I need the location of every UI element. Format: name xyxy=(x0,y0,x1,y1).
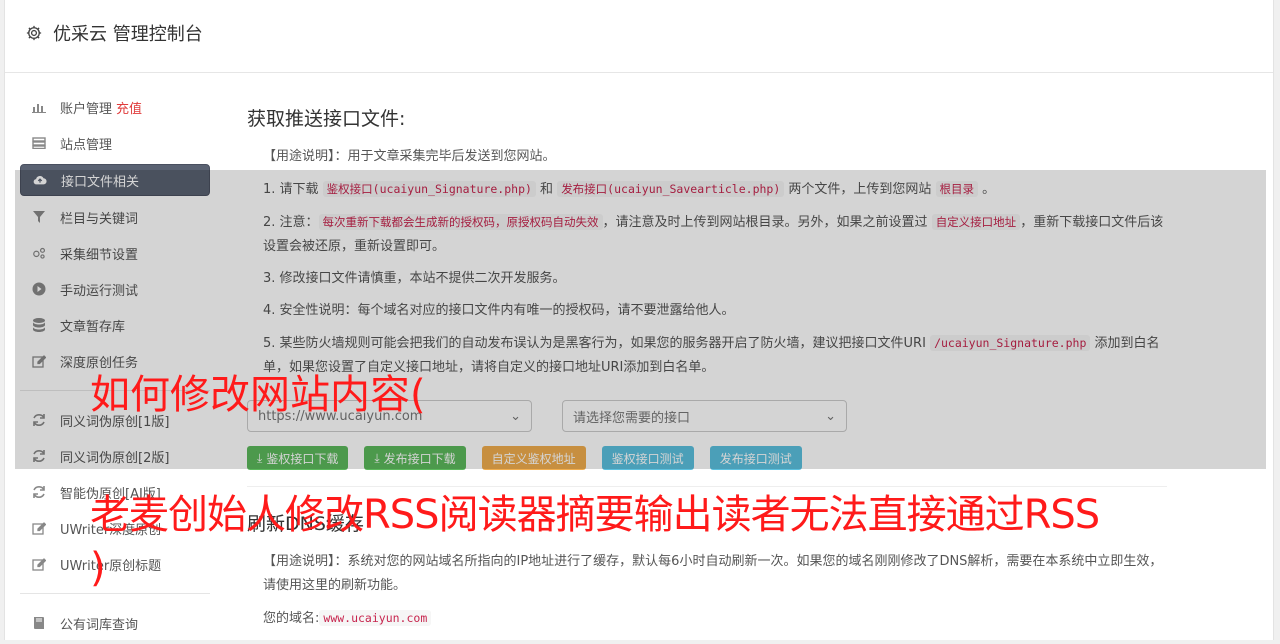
sidebar-item-manual-run[interactable]: 手动运行测试 xyxy=(20,274,210,304)
sidebar-item-article-store[interactable]: 文章暂存库 xyxy=(20,310,210,340)
sidebar-item-label: 公有词库查询 xyxy=(60,617,139,633)
text: 和 xyxy=(535,182,558,197)
refresh-icon xyxy=(32,413,46,427)
sidebar-divider xyxy=(20,593,210,594)
play-icon xyxy=(32,282,46,296)
top-bar: 优采云 管理控制台 xyxy=(5,0,1273,73)
section-heading: 获取推送接口文件: xyxy=(247,108,406,130)
book-icon xyxy=(32,616,46,630)
interface-select-value: 请选择您需要的接口 xyxy=(573,410,691,426)
gears-icon xyxy=(32,246,46,260)
filter-icon xyxy=(32,210,46,224)
button-label: 鉴权接口测试 xyxy=(611,451,684,466)
sidebar-item-label: 账户管理 xyxy=(60,101,113,117)
chevron-down-icon: ⌄ xyxy=(510,408,521,424)
code-custom-url: 自定义接口地址 xyxy=(931,214,1021,230)
button-row: ⤓ 鉴权接口下载 ⤓ 发布接口下载 自定义鉴权地址 鉴权接口测试 发布接口测试 xyxy=(247,446,1167,470)
sidebar-item-label: 深度原创任务 xyxy=(60,355,139,371)
recharge-link[interactable]: 充值 xyxy=(116,98,142,117)
refresh-icon xyxy=(32,449,46,463)
code-warning: 每次重新下载都会生成新的授权码，原授权码自动失效 xyxy=(318,214,603,230)
sidebar-item-categories[interactable]: 栏目与关键词 xyxy=(20,202,210,232)
sidebar-item-label: 站点管理 xyxy=(60,137,113,153)
domain-label: 您的域名: xyxy=(263,611,320,626)
sidebar-item-label: 接口文件相关 xyxy=(61,174,140,190)
sidebar-item-label: 同义词伪原创[2版] xyxy=(60,450,170,466)
button-label: 发布接口下载 xyxy=(383,451,456,466)
sidebar-item-account[interactable]: 账户管理 充值 xyxy=(20,92,210,122)
sidebar-item-collect-settings[interactable]: 采集细节设置 xyxy=(20,238,210,268)
gear-icon xyxy=(26,25,42,41)
edit-icon xyxy=(32,557,46,571)
instruction-3: 3. 修改接口文件请慎重，本站不提供二次开发服务。 xyxy=(263,271,566,286)
download-icon: ⤓ xyxy=(374,450,380,465)
text: 。 xyxy=(978,182,996,197)
chevron-down-icon: ⌄ xyxy=(825,408,836,424)
database-icon xyxy=(32,318,46,332)
sidebar-item-synonym-v2[interactable]: 同义词伪原创[2版] xyxy=(20,441,210,471)
refresh-icon xyxy=(32,485,46,499)
sidebar-item-label: 手动运行测试 xyxy=(60,283,139,299)
server-icon xyxy=(32,136,46,150)
test-signature-button[interactable]: 鉴权接口测试 xyxy=(601,446,694,470)
interface-select[interactable]: 请选择您需要的接口 ⌄ xyxy=(562,400,847,432)
sidebar-item-label: 文章暂存库 xyxy=(60,319,126,335)
bar-chart-icon xyxy=(32,100,46,114)
download-publish-button[interactable]: ⤓ 发布接口下载 xyxy=(364,446,466,470)
overlay-caption-line2: 老麦创始人修改RSS阅读器摘要输出读者无法直接通过RSS xyxy=(90,492,1100,538)
button-label: 自定义鉴权地址 xyxy=(491,451,576,466)
edit-icon xyxy=(32,521,46,535)
domain-line: 您的域名: www.ucaiyun.com xyxy=(263,606,1167,631)
code-root: 根目录 xyxy=(935,181,979,197)
brand: 优采云 管理控制台 xyxy=(25,20,203,46)
text: 1. 请下载 xyxy=(263,182,323,197)
button-label: 鉴权接口下载 xyxy=(266,451,339,466)
domain-value: www.ucaiyun.com xyxy=(319,610,432,626)
download-icon: ⤓ xyxy=(257,450,263,465)
overlay-caption-line1: 如何修改网站内容( xyxy=(90,372,426,418)
instruction-1: 1. 请下载 鉴权接口(ucaiyun_Signature.php) 和 发布接… xyxy=(263,177,1167,202)
cloud-upload-icon xyxy=(33,173,47,187)
edit-icon xyxy=(32,354,46,368)
button-label: 发布接口测试 xyxy=(719,451,792,466)
text: 2. 注意： xyxy=(263,215,319,230)
instruction-4: 4. 安全性说明：每个域名对应的接口文件内有唯一的授权码，请不要泄露给他人。 xyxy=(263,303,735,318)
sidebar: 账户管理 充值 站点管理 接口文件相关 栏目与关键词 采集细节设置 手动运行测试 xyxy=(20,92,210,644)
code-uri: /ucaiyun_Signature.php xyxy=(930,335,1091,351)
custom-auth-url-button[interactable]: 自定义鉴权地址 xyxy=(481,446,586,470)
text: 5. 某些防火墙规则可能会把我们的自动发布误认为是黑客行为，如果您的服务器开启了… xyxy=(263,336,931,351)
dns-usage: 【用途说明】：系统对您的网站域名所指向的IP地址进行了缓存，默认每6小时自动刷新… xyxy=(263,554,1163,593)
overlay-caption-line3: ) xyxy=(90,545,106,591)
text: ，请注意及时上传到网站根目录。另外，如果之前设置过 xyxy=(602,215,932,230)
usage-text: 【用途说明】：用于文章采集完毕后发送到您网站。 xyxy=(263,149,556,164)
app-title: 优采云 管理控制台 xyxy=(53,24,203,45)
sidebar-item-uwriter-title[interactable]: UWriter原创标题 xyxy=(20,549,210,579)
instruction-2: 2. 注意： 每次重新下载都会生成新的授权码，原授权码自动失效 ，请注意及时上传到网… xyxy=(263,210,1167,259)
test-publish-button[interactable]: 发布接口测试 xyxy=(709,446,802,470)
sidebar-item-interface-files[interactable]: 接口文件相关 xyxy=(20,164,210,196)
sidebar-item-public-lexicon[interactable]: 公有词库查询 xyxy=(20,608,210,638)
code-signature: 鉴权接口(ucaiyun_Signature.php) xyxy=(322,181,536,197)
sidebar-item-label: UWriter原创标题 xyxy=(60,558,162,574)
download-signature-button[interactable]: ⤓ 鉴权接口下载 xyxy=(247,446,349,470)
sidebar-item-label: 栏目与关键词 xyxy=(60,211,139,227)
text: 两个文件，上传到您网站 xyxy=(784,182,936,197)
code-savearticle: 发布接口(ucaiyun_Savearticle.php) xyxy=(557,181,785,197)
sidebar-item-sites[interactable]: 站点管理 xyxy=(20,128,210,158)
sidebar-item-label: 采集细节设置 xyxy=(60,247,139,263)
